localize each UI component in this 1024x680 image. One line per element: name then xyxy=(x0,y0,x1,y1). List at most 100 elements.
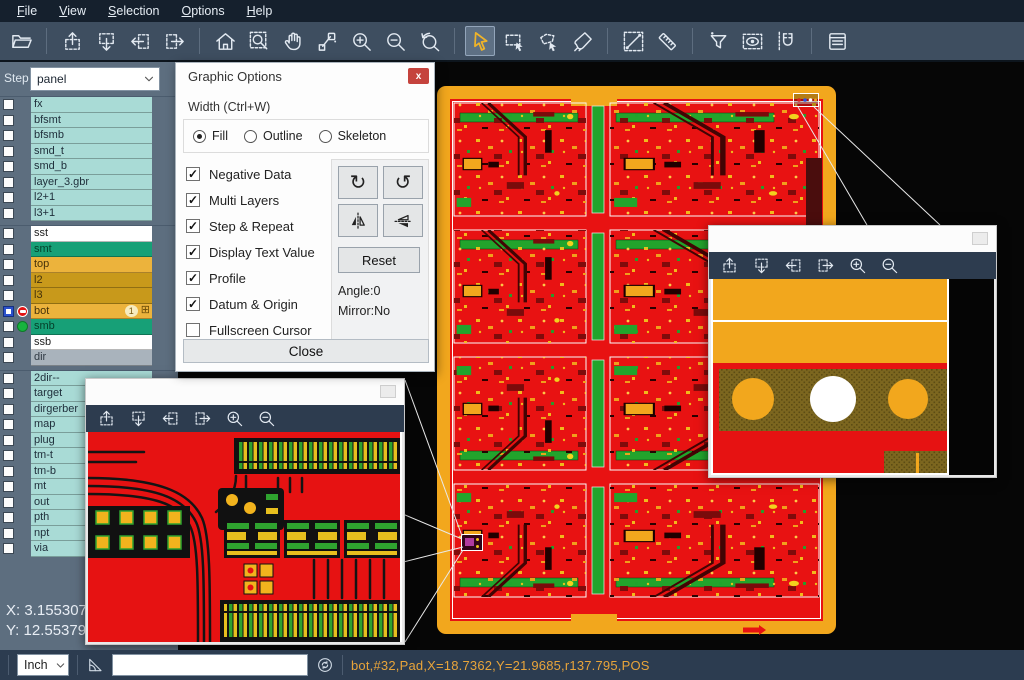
layer-checkbox[interactable] xyxy=(3,512,14,523)
visibility-icon[interactable] xyxy=(737,26,767,56)
zoom-in-icon[interactable] xyxy=(222,408,246,430)
layer-checkbox[interactable] xyxy=(3,306,14,317)
layer-checkbox[interactable] xyxy=(3,208,14,219)
layer-checkbox[interactable] xyxy=(3,528,14,539)
layer-checkbox[interactable] xyxy=(3,130,14,141)
radio-outline[interactable]: Outline xyxy=(244,129,303,143)
magnifier-view[interactable] xyxy=(709,279,996,477)
chevron-down-icon[interactable] xyxy=(139,68,159,90)
layer-checkbox[interactable] xyxy=(3,337,14,348)
layer-checkbox[interactable] xyxy=(3,290,14,301)
layer-checkbox[interactable] xyxy=(3,497,14,508)
menu-options[interactable]: Options xyxy=(170,4,235,18)
layer-checkbox[interactable] xyxy=(3,404,14,415)
measure-ruler-icon[interactable] xyxy=(652,26,682,56)
checkbox-icon[interactable]: ✓ xyxy=(186,297,200,311)
move-left-icon[interactable] xyxy=(125,26,155,56)
layer-checkbox[interactable] xyxy=(3,373,14,384)
open-folder-icon[interactable] xyxy=(6,26,36,56)
mirror-horizontal-button[interactable] xyxy=(338,204,378,237)
snap-icon[interactable] xyxy=(771,26,801,56)
layer-checkbox[interactable] xyxy=(3,146,14,157)
mirror-vertical-button[interactable] xyxy=(383,204,423,237)
layer-row-bot[interactable]: bot1⊞ xyxy=(0,304,178,320)
refresh-icon[interactable] xyxy=(316,656,334,674)
layer-row-sst[interactable]: sst xyxy=(0,226,178,242)
reset-button[interactable]: Reset xyxy=(338,247,420,273)
layer-checkbox[interactable] xyxy=(3,115,14,126)
layer-checkbox[interactable] xyxy=(3,321,14,332)
move-up-icon[interactable] xyxy=(57,26,87,56)
close-button[interactable]: Close xyxy=(183,339,429,363)
layers-panel-icon[interactable] xyxy=(822,26,852,56)
layer-checkbox[interactable] xyxy=(3,466,14,477)
select-cursor-icon[interactable] xyxy=(465,26,495,56)
select-window-icon[interactable] xyxy=(499,26,529,56)
layer-checkbox[interactable] xyxy=(3,244,14,255)
menu-selection[interactable]: Selection xyxy=(97,4,170,18)
move-up-icon[interactable] xyxy=(94,408,118,430)
layer-row-l3[interactable]: l3 xyxy=(0,288,178,304)
layer-row-bfsmt[interactable]: bfsmt xyxy=(0,113,178,129)
checkbox-icon[interactable]: ✓ xyxy=(186,245,200,259)
layer-row-ssb[interactable]: ssb xyxy=(0,335,178,351)
layer-row-bfsmb[interactable]: bfsmb xyxy=(0,128,178,144)
zoom-window-icon[interactable] xyxy=(244,26,274,56)
radio-icon[interactable] xyxy=(193,130,206,143)
checkbox-multi-layers[interactable]: ✓Multi Layers xyxy=(186,187,315,213)
layer-row-smd-t[interactable]: smd_t xyxy=(0,144,178,160)
magnifier-titlebar[interactable] xyxy=(709,226,996,252)
layer-checkbox[interactable] xyxy=(3,481,14,492)
layer-row-fx[interactable]: fx xyxy=(0,97,178,113)
radio-icon[interactable] xyxy=(244,130,257,143)
rotate-ccw-button[interactable]: ↺ xyxy=(383,166,423,199)
move-down-icon[interactable] xyxy=(91,26,121,56)
move-left-icon[interactable] xyxy=(158,408,182,430)
pan-hand-icon[interactable] xyxy=(278,26,308,56)
radio-icon[interactable] xyxy=(319,130,332,143)
home-view-icon[interactable] xyxy=(210,26,240,56)
move-right-icon[interactable] xyxy=(813,255,837,277)
layer-checkbox[interactable] xyxy=(3,275,14,286)
magnifier-window-right[interactable] xyxy=(708,225,997,478)
checkbox-step-repeat[interactable]: ✓Step & Repeat xyxy=(186,213,315,239)
close-icon[interactable]: x xyxy=(408,68,429,84)
select-polygon-icon[interactable] xyxy=(533,26,563,56)
layer-checkbox[interactable] xyxy=(3,177,14,188)
layer-checkbox[interactable] xyxy=(3,99,14,110)
layer-checkbox[interactable] xyxy=(3,419,14,430)
layer-checkbox[interactable] xyxy=(3,450,14,461)
zoom-previous-icon[interactable] xyxy=(414,26,444,56)
layer-checkbox[interactable] xyxy=(3,161,14,172)
layer-row-dir[interactable]: dir xyxy=(0,350,178,366)
zoom-in-icon[interactable] xyxy=(845,255,869,277)
magnifier-titlebar[interactable] xyxy=(86,379,404,405)
menu-help[interactable]: Help xyxy=(236,4,284,18)
checkbox-icon[interactable] xyxy=(186,323,200,337)
checkbox-datum-origin[interactable]: ✓Datum & Origin xyxy=(186,291,315,317)
checkbox-icon[interactable]: ✓ xyxy=(186,219,200,233)
unit-combo[interactable]: Inch xyxy=(17,654,69,676)
menu-view[interactable]: View xyxy=(48,4,97,18)
move-left-icon[interactable] xyxy=(781,255,805,277)
layer-row-l2[interactable]: l2 xyxy=(0,273,178,289)
layer-checkbox[interactable] xyxy=(3,543,14,554)
magnifier-view[interactable] xyxy=(86,432,404,644)
layer-row-l2-1[interactable]: l2+1 xyxy=(0,190,178,206)
magnifier-menu-button[interactable] xyxy=(972,232,988,245)
step-combo[interactable]: panel xyxy=(30,67,160,91)
layer-checkbox[interactable] xyxy=(3,352,14,363)
magnifier-window-left[interactable] xyxy=(85,378,405,645)
checkbox-profile[interactable]: ✓Profile xyxy=(186,265,315,291)
move-right-icon[interactable] xyxy=(159,26,189,56)
move-down-icon[interactable] xyxy=(126,408,150,430)
radio-fill[interactable]: Fill xyxy=(193,129,228,143)
move-vertex-icon[interactable] xyxy=(312,26,342,56)
rotate-cw-button[interactable]: ↻ xyxy=(338,166,378,199)
radio-skeleton[interactable]: Skeleton xyxy=(319,129,387,143)
layer-checkbox[interactable] xyxy=(3,388,14,399)
checkbox-icon[interactable]: ✓ xyxy=(186,271,200,285)
layer-row-layer-3-gbr[interactable]: layer_3.gbr xyxy=(0,175,178,191)
zoom-in-icon[interactable] xyxy=(346,26,376,56)
command-input[interactable] xyxy=(112,654,308,676)
